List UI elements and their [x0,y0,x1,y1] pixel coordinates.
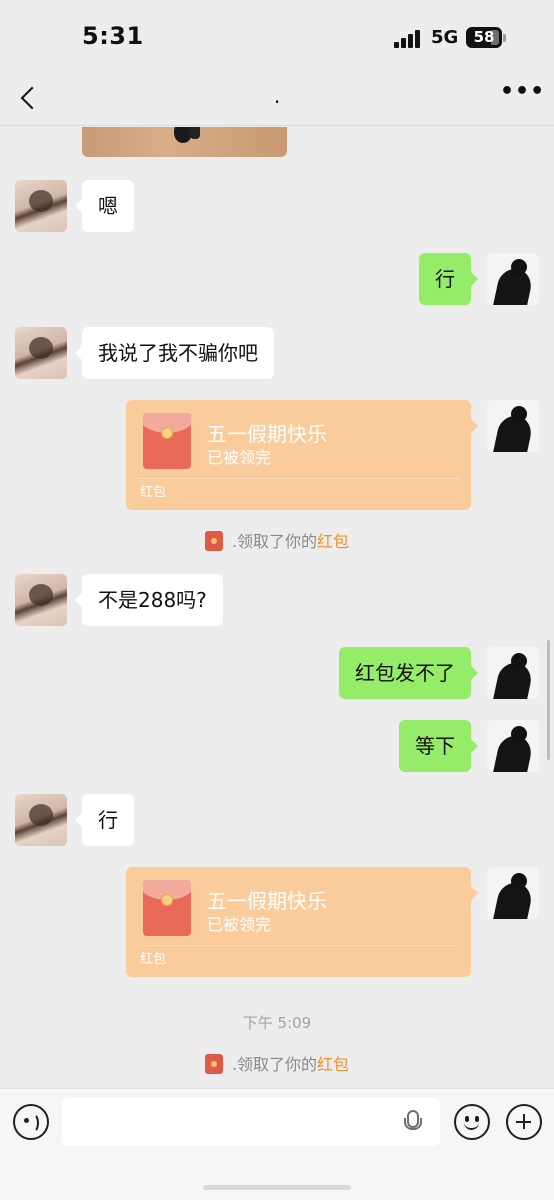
contact-avatar[interactable] [15,180,67,232]
status-time: 5:31 [82,22,144,50]
battery-level: 58 [473,28,495,46]
chat-title: . [273,84,281,108]
chat-header: . ••• [0,72,554,126]
system-notice: .领取了你的红包 [0,1051,554,1075]
battery-icon: 58 [466,27,502,48]
red-packet-label: 红包 [140,485,167,500]
input-bar [0,1088,554,1200]
message-list[interactable]: 嗯 行 我说了我不骗你吧 五一假期快乐 已被领完 红包 .领取了你的红包 不是2… [0,127,554,1087]
contact-avatar[interactable] [15,327,67,379]
my-avatar[interactable] [487,253,539,305]
message-input[interactable] [62,1098,440,1146]
sent-message[interactable]: 行 [419,253,478,305]
red-packet-title: 五一假期快乐 [207,422,327,446]
my-avatar[interactable] [487,720,539,772]
microphone-icon[interactable] [404,1110,422,1134]
my-avatar[interactable] [487,400,539,452]
red-packet-status: 已被领完 [207,915,272,934]
image-message[interactable] [82,127,287,157]
my-avatar[interactable] [487,867,539,919]
red-packet-link[interactable]: 红包 [317,1055,349,1074]
red-packet-icon [204,531,223,551]
received-message[interactable]: 嗯 [75,180,134,232]
red-packet-link[interactable]: 红包 [317,532,349,551]
my-avatar[interactable] [487,647,539,699]
contact-avatar[interactable] [15,574,67,626]
battery-tip [503,34,506,42]
red-packet-icon [143,413,191,469]
red-packet-message[interactable]: 五一假期快乐 已被领完 红包 [126,400,478,510]
signal-icon [394,30,422,48]
plus-icon[interactable] [506,1104,542,1140]
red-packet-title: 五一假期快乐 [207,889,327,913]
time-divider: 下午 5:09 [242,1014,312,1032]
system-notice-text: .领取了你的 [231,1055,318,1074]
more-options-button[interactable]: ••• [500,81,544,112]
home-indicator [203,1185,351,1190]
voice-icon[interactable] [13,1104,49,1140]
red-packet-label: 红包 [140,952,167,967]
emoji-icon[interactable] [454,1104,490,1140]
red-packet-icon [143,880,191,936]
red-packet-status: 已被领完 [207,448,272,467]
received-message[interactable]: 行 [75,794,134,846]
system-notice: .领取了你的红包 [0,528,554,552]
sent-message[interactable]: 红包发不了 [339,647,478,699]
scrollbar[interactable] [547,640,550,760]
red-packet-divider [138,478,459,479]
sent-message[interactable]: 等下 [399,720,478,772]
red-packet-divider [138,945,459,946]
network-type: 5G [431,27,459,48]
red-packet-icon [204,1054,223,1074]
status-bar: 5:31 5G 58 [0,0,554,72]
received-message[interactable]: 我说了我不骗你吧 [75,327,274,379]
received-message[interactable]: 不是288吗? [75,574,223,626]
red-packet-message[interactable]: 五一假期快乐 已被领完 红包 [126,867,478,977]
system-notice-text: .领取了你的 [231,532,318,551]
contact-avatar[interactable] [15,794,67,846]
